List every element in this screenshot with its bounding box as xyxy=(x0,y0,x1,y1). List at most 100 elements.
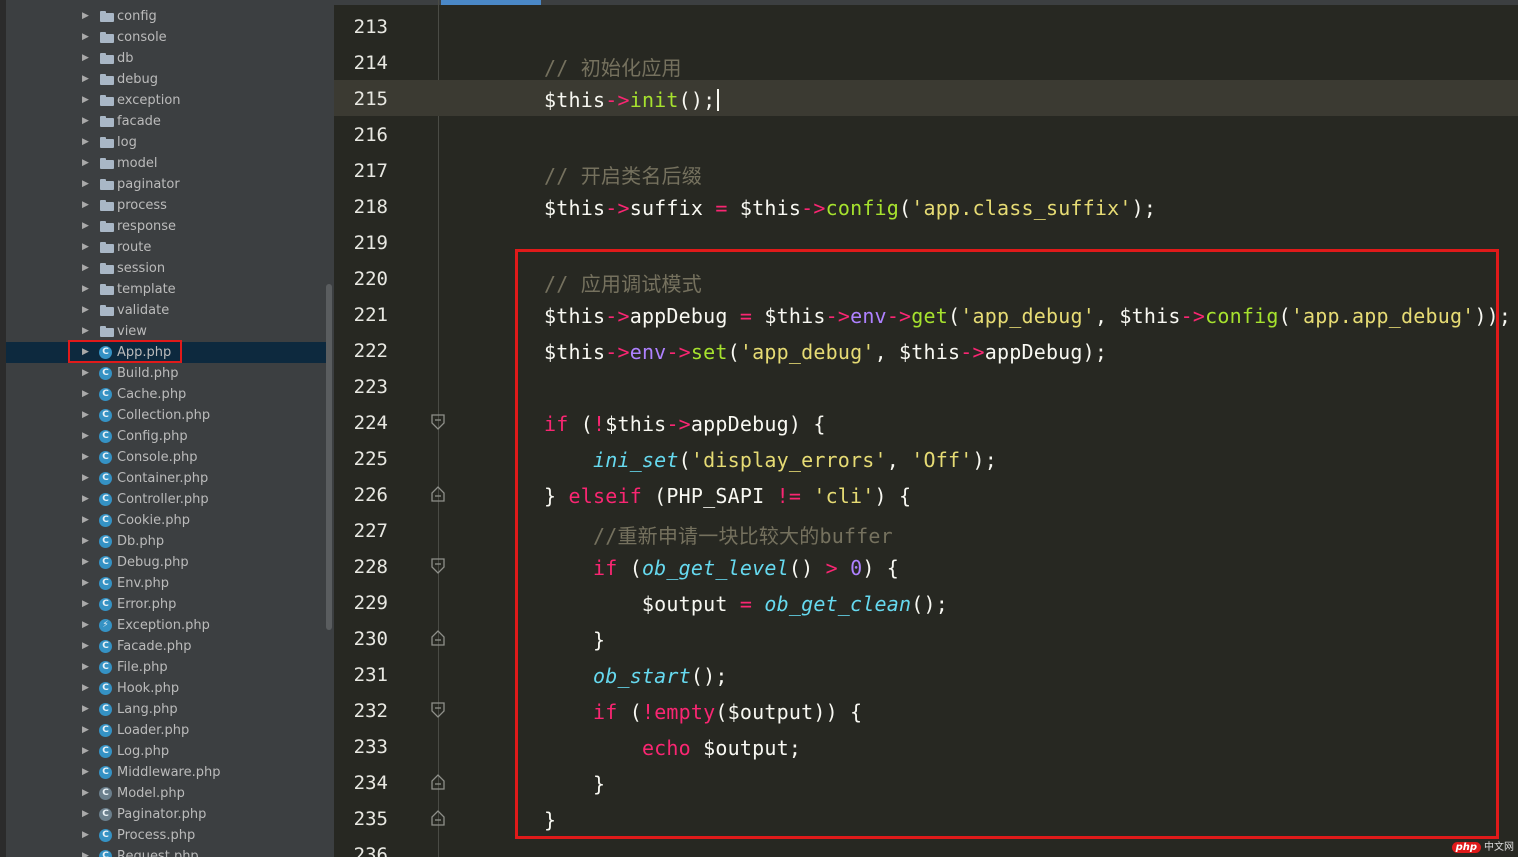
tree-file-item[interactable]: ▶ C Log.php xyxy=(6,741,328,762)
code-line[interactable]: 215 $this->init(); xyxy=(334,80,1518,116)
tree-file-item[interactable]: ▶ C Cache.php xyxy=(6,384,328,405)
tree-folder-item[interactable]: ▶ validate xyxy=(6,300,328,321)
expand-arrow-icon[interactable]: ▶ xyxy=(82,825,92,846)
expand-arrow-icon[interactable]: ▶ xyxy=(82,195,92,216)
tree-file-item[interactable]: ▶ C Db.php xyxy=(6,531,328,552)
folder-icon xyxy=(100,179,114,190)
tree-folder-item[interactable]: ▶ response xyxy=(6,216,328,237)
expand-arrow-icon[interactable]: ▶ xyxy=(82,783,92,804)
expand-arrow-icon[interactable]: ▶ xyxy=(82,678,92,699)
expand-arrow-icon[interactable]: ▶ xyxy=(82,741,92,762)
expand-arrow-icon[interactable]: ▶ xyxy=(82,426,92,447)
tree-folder-item[interactable]: ▶ log xyxy=(6,132,328,153)
sidebar-scrollbar[interactable] xyxy=(326,284,332,630)
tree-folder-item[interactable]: ▶ route xyxy=(6,237,328,258)
expand-arrow-icon[interactable]: ▶ xyxy=(82,468,92,489)
tree-folder-item[interactable]: ▶ console xyxy=(6,27,328,48)
expand-arrow-icon[interactable]: ▶ xyxy=(82,594,92,615)
expand-arrow-icon[interactable]: ▶ xyxy=(82,384,92,405)
tree-file-item[interactable]: ▶ C Config.php xyxy=(6,426,328,447)
expand-arrow-icon[interactable]: ▶ xyxy=(82,762,92,783)
tree-file-item[interactable]: ▶ C Env.php xyxy=(6,573,328,594)
expand-arrow-icon[interactable]: ▶ xyxy=(82,69,92,90)
tree-file-item[interactable]: ▶ C Model.php xyxy=(6,783,328,804)
expand-arrow-icon[interactable]: ▶ xyxy=(82,363,92,384)
expand-arrow-icon[interactable]: ▶ xyxy=(82,657,92,678)
code-line[interactable]: 236 xyxy=(334,836,1518,857)
tree-folder-item[interactable]: ▶ db xyxy=(6,48,328,69)
tree-folder-item[interactable]: ▶ paginator xyxy=(6,174,328,195)
tree-file-item[interactable]: ▶ C Controller.php xyxy=(6,489,328,510)
tree-folder-item[interactable]: ▶ model xyxy=(6,153,328,174)
tree-folder-item[interactable]: ▶ template xyxy=(6,279,328,300)
tree-file-item[interactable]: ▶ C Middleware.php xyxy=(6,762,328,783)
code-line[interactable]: 218 $this->suffix = $this->config('app.cl… xyxy=(334,188,1518,224)
fold-end-icon[interactable] xyxy=(431,774,445,790)
tree-file-item[interactable]: ▶ C Loader.php xyxy=(6,720,328,741)
tree-file-item[interactable]: ▶ C Facade.php xyxy=(6,636,328,657)
tree-file-item[interactable]: ▶ C Request.php xyxy=(6,846,328,857)
tree-folder-item[interactable]: ▶ exception xyxy=(6,90,328,111)
tree-folder-item[interactable]: ▶ view xyxy=(6,321,328,342)
fold-collapse-icon[interactable] xyxy=(431,702,445,718)
expand-arrow-icon[interactable]: ▶ xyxy=(82,531,92,552)
tree-file-item[interactable]: ▶ C Build.php xyxy=(6,363,328,384)
expand-arrow-icon[interactable]: ▶ xyxy=(82,111,92,132)
tree-folder-item[interactable]: ▶ process xyxy=(6,195,328,216)
tree-file-item[interactable]: ▶ C Hook.php xyxy=(6,678,328,699)
code-line[interactable]: 216 xyxy=(334,116,1518,152)
tree-file-item[interactable]: ▶ C File.php xyxy=(6,657,328,678)
expand-arrow-icon[interactable]: ▶ xyxy=(82,279,92,300)
expand-arrow-icon[interactable]: ▶ xyxy=(82,300,92,321)
tree-file-item[interactable]: ▶ C Container.php xyxy=(6,468,328,489)
tree-folder-item[interactable]: ▶ config xyxy=(6,6,328,27)
active-tab-indicator[interactable] xyxy=(441,0,541,5)
expand-arrow-icon[interactable]: ▶ xyxy=(82,552,92,573)
expand-arrow-icon[interactable]: ▶ xyxy=(82,510,92,531)
tree-file-item[interactable]: ▶ C Console.php xyxy=(6,447,328,468)
expand-arrow-icon[interactable]: ▶ xyxy=(82,258,92,279)
fold-collapse-icon[interactable] xyxy=(431,558,445,574)
expand-arrow-icon[interactable]: ▶ xyxy=(82,447,92,468)
expand-arrow-icon[interactable]: ▶ xyxy=(82,846,92,857)
tree-folder-item[interactable]: ▶ debug xyxy=(6,69,328,90)
expand-arrow-icon[interactable]: ▶ xyxy=(82,615,92,636)
tree-file-item[interactable]: ▶ C Lang.php xyxy=(6,699,328,720)
fold-end-icon[interactable] xyxy=(431,810,445,826)
tree-item-label: view xyxy=(117,324,147,339)
tree-file-item[interactable]: ▶ ⚡ Exception.php xyxy=(6,615,328,636)
code-line[interactable]: 217 // 开启类名后缀 xyxy=(334,152,1518,188)
tree-file-item[interactable]: ▶ C Collection.php xyxy=(6,405,328,426)
code-line[interactable]: 214 // 初始化应用 xyxy=(334,44,1518,80)
tree-file-item[interactable]: ▶ C Debug.php xyxy=(6,552,328,573)
expand-arrow-icon[interactable]: ▶ xyxy=(82,237,92,258)
expand-arrow-icon[interactable]: ▶ xyxy=(82,132,92,153)
expand-arrow-icon[interactable]: ▶ xyxy=(82,216,92,237)
fold-end-icon[interactable] xyxy=(431,630,445,646)
expand-arrow-icon[interactable]: ▶ xyxy=(82,6,92,27)
expand-arrow-icon[interactable]: ▶ xyxy=(82,804,92,825)
expand-arrow-icon[interactable]: ▶ xyxy=(82,153,92,174)
expand-arrow-icon[interactable]: ▶ xyxy=(82,405,92,426)
tree-file-item[interactable]: ▶ C App.php xyxy=(6,340,328,363)
tree-file-item[interactable]: ▶ C Process.php xyxy=(6,825,328,846)
tree-file-item[interactable]: ▶ C Paginator.php xyxy=(6,804,328,825)
fold-end-icon[interactable] xyxy=(431,486,445,502)
expand-arrow-icon[interactable]: ▶ xyxy=(82,636,92,657)
expand-arrow-icon[interactable]: ▶ xyxy=(82,174,92,195)
expand-arrow-icon[interactable]: ▶ xyxy=(82,699,92,720)
code-line[interactable]: 213 xyxy=(334,8,1518,44)
expand-arrow-icon[interactable]: ▶ xyxy=(82,48,92,69)
fold-collapse-icon[interactable] xyxy=(431,414,445,430)
tree-folder-item[interactable]: ▶ facade xyxy=(6,111,328,132)
code-editor[interactable]: 213 214// 初始化应用 215 $this->init(); 216 217// … xyxy=(334,0,1518,857)
tree-file-item[interactable]: ▶ C Error.php xyxy=(6,594,328,615)
expand-arrow-icon[interactable]: ▶ xyxy=(82,573,92,594)
expand-arrow-icon[interactable]: ▶ xyxy=(82,90,92,111)
expand-arrow-icon[interactable]: ▶ xyxy=(82,720,92,741)
expand-arrow-icon[interactable]: ▶ xyxy=(82,321,92,342)
expand-arrow-icon[interactable]: ▶ xyxy=(82,489,92,510)
tree-file-item[interactable]: ▶ C Cookie.php xyxy=(6,510,328,531)
expand-arrow-icon[interactable]: ▶ xyxy=(82,27,92,48)
tree-folder-item[interactable]: ▶ session xyxy=(6,258,328,279)
